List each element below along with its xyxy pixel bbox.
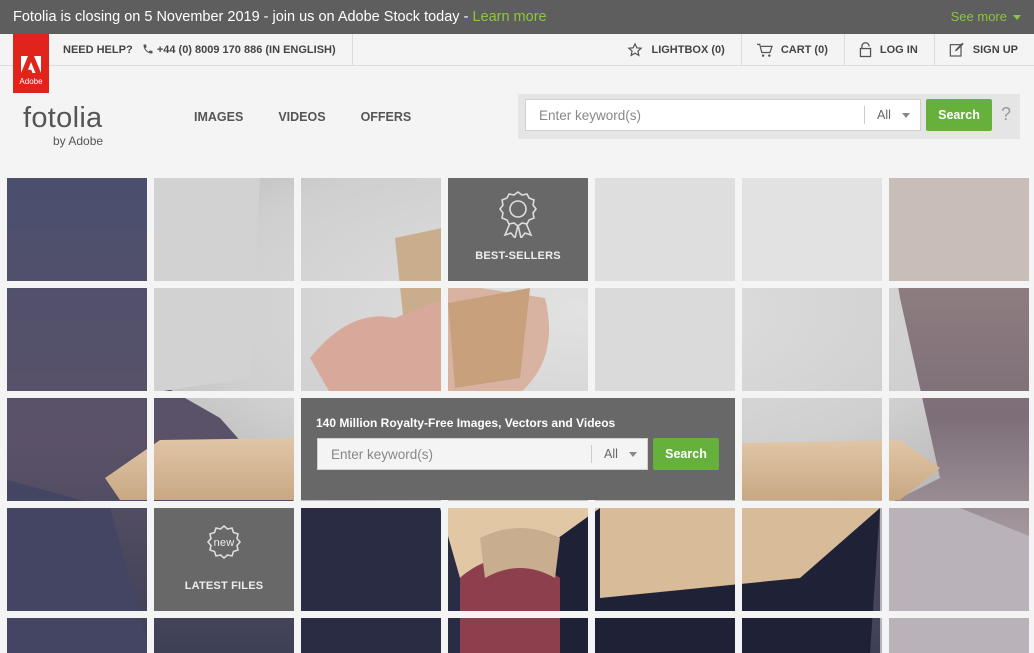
hero-media-filter[interactable]: All	[591, 445, 647, 463]
lock-icon	[859, 42, 872, 58]
award-ribbon-icon	[499, 191, 537, 238]
fotolia-logo[interactable]: fotolia by Adobe	[23, 102, 103, 148]
grid-gutter	[0, 391, 1034, 398]
edit-icon	[949, 42, 965, 58]
image-tile[interactable]	[595, 288, 735, 391]
adobe-logo[interactable]: Adobe	[13, 34, 49, 93]
account-links: LIGHTBOX (0) CART (0) LOG IN SIGN UP	[613, 34, 1034, 66]
announcement-text: Fotolia is closing on 5 November 2019 - …	[13, 9, 473, 25]
see-more-label: See more	[950, 9, 1007, 24]
image-tile[interactable]	[595, 178, 735, 281]
cart-label: CART (0)	[780, 44, 828, 56]
help-label: NEED HELP?	[63, 44, 133, 56]
header-search-button[interactable]: Search	[926, 99, 992, 131]
help-contact: NEED HELP? +44 (0) 8009 170 886 (IN ENGL…	[63, 34, 353, 66]
grid-gutter	[0, 178, 7, 653]
header-media-filter[interactable]: All	[864, 106, 920, 124]
signup-link[interactable]: SIGN UP	[933, 34, 1034, 66]
phone-number[interactable]: +44 (0) 8009 170 886 (IN ENGLISH)	[157, 44, 336, 56]
header-filter-value: All	[877, 108, 891, 122]
learn-more-link[interactable]: Learn more	[472, 9, 546, 25]
best-sellers-tile[interactable]: BEST-SELLERS	[448, 178, 588, 281]
main-header: fotolia by Adobe IMAGES VIDEOS OFFERS Al…	[0, 67, 1034, 167]
grid-gutter	[294, 178, 301, 653]
main-nav: IMAGES VIDEOS OFFERS	[194, 110, 411, 124]
nav-videos[interactable]: VIDEOS	[278, 110, 325, 124]
see-more-toggle[interactable]: See more	[951, 0, 1021, 34]
login-link[interactable]: LOG IN	[843, 34, 934, 66]
utility-bar: NEED HELP? +44 (0) 8009 170 886 (IN ENGL…	[0, 34, 1034, 66]
chevron-down-icon	[629, 452, 637, 457]
chevron-down-icon	[1013, 15, 1021, 21]
logo-wordmark: fotolia	[23, 102, 103, 134]
search-help-icon[interactable]: ?	[1001, 104, 1011, 125]
hero-search-title: 140 Million Royalty-Free Images, Vectors…	[316, 416, 616, 430]
header-search-box: All	[525, 99, 921, 131]
image-mosaic: BEST-SELLERS new LATEST FILES 140 Millio…	[0, 178, 1034, 653]
image-tile[interactable]	[742, 178, 882, 281]
phone-icon	[142, 44, 157, 56]
announcement-bar: Fotolia is closing on 5 November 2019 - …	[0, 0, 1034, 34]
chevron-down-icon	[902, 113, 910, 118]
hero-search-input[interactable]	[318, 439, 593, 469]
adobe-label: Adobe	[19, 77, 43, 86]
hero-search-button[interactable]: Search	[653, 438, 719, 470]
adobe-logo-icon	[21, 56, 41, 73]
signup-label: SIGN UP	[972, 44, 1018, 56]
grid-gutter	[1029, 178, 1034, 653]
new-badge-label: new	[213, 537, 235, 549]
logo-byline: by Adobe	[53, 134, 104, 148]
grid-gutter	[0, 501, 1034, 508]
header-search: All Search ?	[518, 94, 1020, 139]
grid-gutter	[0, 611, 1034, 618]
image-tile[interactable]	[889, 178, 1029, 281]
nav-offers[interactable]: OFFERS	[361, 110, 412, 124]
grid-gutter	[0, 281, 1034, 288]
lightbox-label: LIGHTBOX (0)	[651, 44, 725, 56]
latest-files-label: LATEST FILES	[184, 580, 264, 592]
hero-search-panel: 140 Million Royalty-Free Images, Vectors…	[301, 398, 735, 500]
nav-images[interactable]: IMAGES	[194, 110, 243, 124]
star-icon	[627, 42, 644, 58]
hero-search-box: All	[317, 438, 648, 470]
grid-gutter	[882, 178, 889, 653]
best-sellers-label: BEST-SELLERS	[475, 250, 561, 262]
grid-gutter	[147, 178, 154, 653]
lightbox-link[interactable]: LIGHTBOX (0)	[613, 34, 740, 66]
hero-filter-value: All	[604, 447, 618, 461]
cart-link[interactable]: CART (0)	[740, 34, 844, 66]
header-search-input[interactable]	[526, 100, 864, 130]
cart-icon	[756, 43, 773, 58]
login-label: LOG IN	[879, 44, 918, 56]
latest-files-tile[interactable]: new LATEST FILES	[154, 508, 294, 611]
grid-gutter	[735, 178, 742, 653]
